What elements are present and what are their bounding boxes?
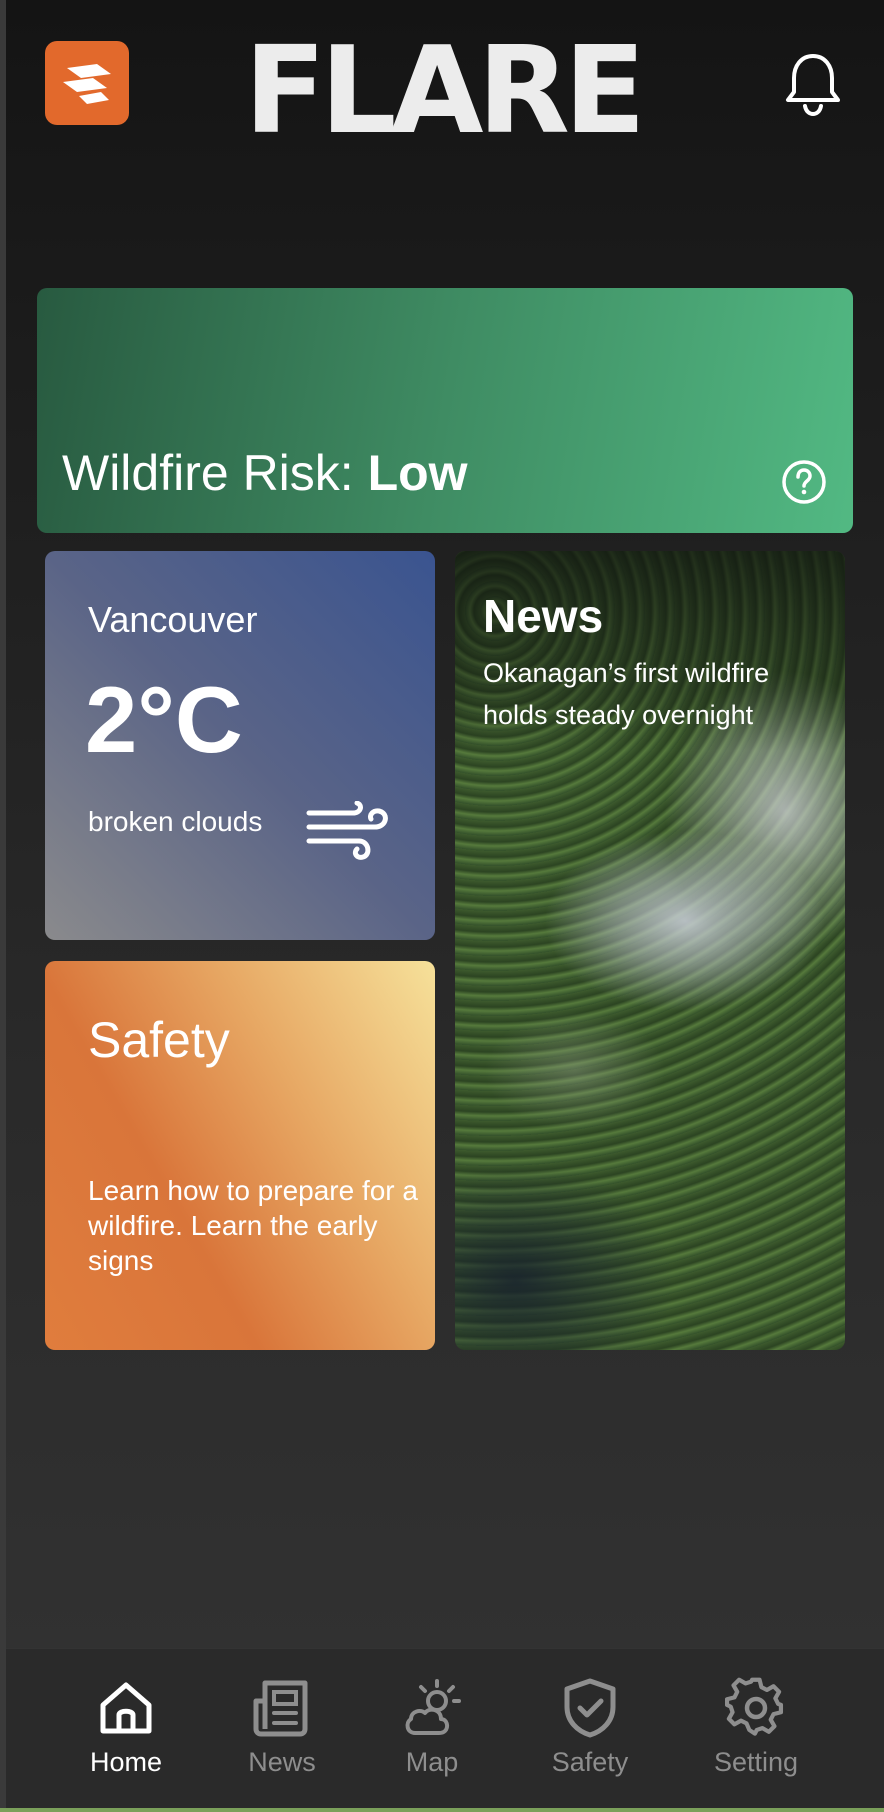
wildfire-risk-card[interactable]: Wildfire Risk: Low: [37, 288, 853, 533]
nav-label-map: Map: [405, 1747, 459, 1777]
home-icon: [100, 1682, 152, 1734]
shield-check-icon: [564, 1678, 616, 1738]
nav-item-map[interactable]: Map: [372, 1677, 492, 1797]
safety-card[interactable]: Safety Learn how to prepare for a wildfi…: [45, 961, 435, 1350]
question-circle-icon[interactable]: [780, 458, 828, 506]
weather-condition: broken clouds: [88, 806, 263, 837]
bottom-nav: Home News Map Safety Setting: [6, 1648, 884, 1812]
bell-icon[interactable]: [782, 50, 844, 118]
weather-city: Vancouver: [88, 599, 258, 640]
nav-item-news[interactable]: News: [222, 1677, 342, 1797]
nav-label-news: News: [248, 1747, 316, 1777]
nav-item-setting[interactable]: Setting: [696, 1677, 816, 1797]
nav-item-safety[interactable]: Safety: [530, 1677, 650, 1797]
gear-icon: [725, 1677, 784, 1736]
nav-label-home: Home: [89, 1747, 163, 1777]
weather-temperature: 2°C: [85, 667, 243, 772]
wind-icon: [306, 801, 388, 860]
wildfire-risk-text: Wildfire Risk: Low: [62, 444, 468, 502]
nav-item-home[interactable]: Home: [66, 1677, 186, 1797]
news-card[interactable]: News Okanagan’s first wildfire holds ste…: [455, 551, 845, 1350]
newspaper-icon: [253, 1680, 308, 1737]
nav-label-safety: Safety: [551, 1747, 629, 1777]
risk-level: Low: [367, 445, 468, 501]
news-headline[interactable]: Okanagan’s first wildfire holds steady o…: [483, 652, 833, 736]
weather-map-icon: [405, 1679, 461, 1735]
bottom-accent-line: [0, 1808, 884, 1812]
safety-description: Learn how to prepare for a wildfire. Lea…: [88, 1175, 418, 1276]
news-title: News: [483, 590, 604, 642]
safety-title: Safety: [88, 1012, 230, 1068]
weather-card[interactable]: Vancouver 2°C broken clouds: [45, 551, 435, 940]
risk-label: Wildfire Risk:: [62, 445, 368, 501]
nav-label-setting: Setting: [713, 1747, 799, 1777]
app-title: FLARE: [244, 22, 646, 161]
